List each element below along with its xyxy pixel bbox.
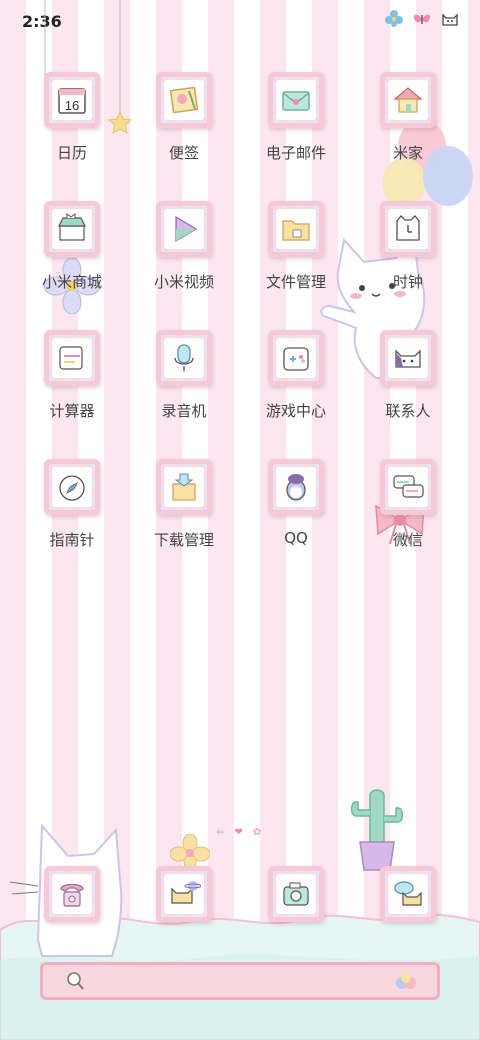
app-calendar[interactable]: 16 日历 (16, 72, 128, 192)
app-label: 文件管理 (265, 273, 326, 291)
page-dot-arrow-icon: ⇐ (216, 827, 225, 838)
dock-messages-cat[interactable] (352, 866, 464, 926)
camera-icon[interactable] (276, 874, 316, 914)
clock-icon[interactable] (388, 209, 428, 249)
messages-cat-icon[interactable] (388, 874, 428, 914)
mail-icon[interactable] (276, 80, 316, 120)
app-grid: 16 日历 便签 电子邮件 米家小米商城 小米视频 文件管理 时钟计算器 录音机 游戏中心 联系人指… (0, 0, 480, 560)
calendar-date: 16 (65, 98, 79, 113)
app-icon-frame (268, 330, 324, 386)
app-house[interactable]: 米家 (352, 72, 464, 192)
app-download[interactable]: 下载管理 (128, 459, 240, 579)
app-label: 游戏中心 (265, 402, 326, 420)
app-label: 联系人 (385, 402, 431, 420)
video-play-icon[interactable] (164, 209, 204, 249)
app-icon-frame (156, 459, 212, 515)
folder-icon[interactable] (276, 209, 316, 249)
gamepad-icon[interactable] (276, 338, 316, 378)
app-label: 电子邮件 (265, 144, 326, 162)
app-label: 下载管理 (153, 531, 214, 549)
app-icon-frame (156, 72, 212, 128)
app-gamepad[interactable]: 游戏中心 (240, 330, 352, 450)
assistant-icon[interactable] (395, 971, 417, 991)
search-bar[interactable] (40, 962, 440, 1000)
app-icon-frame (268, 201, 324, 257)
app-wechat-chat[interactable]: 微信 (352, 459, 464, 579)
app-microphone[interactable]: 录音机 (128, 330, 240, 450)
app-icon-frame (44, 459, 100, 515)
app-label: 小米视频 (153, 273, 214, 291)
browser-planet-cat-icon[interactable] (164, 874, 204, 914)
small-flower-decoration (170, 834, 210, 870)
app-icon-frame (156, 201, 212, 257)
app-label: 时钟 (392, 273, 423, 291)
app-label: 米家 (392, 144, 423, 162)
compass-icon[interactable] (52, 467, 92, 507)
app-icon-frame (380, 201, 436, 257)
app-mail[interactable]: 电子邮件 (240, 72, 352, 192)
page-dot-heart-icon: ❤ (234, 827, 243, 838)
notes-icon[interactable] (164, 80, 204, 120)
app-icon-frame (380, 866, 436, 922)
cactus-decoration (350, 789, 404, 871)
app-icon-frame: 16 (44, 72, 100, 128)
app-folder[interactable]: 文件管理 (240, 201, 352, 321)
app-label: 计算器 (49, 402, 95, 420)
microphone-icon[interactable] (164, 338, 204, 378)
app-compass[interactable]: 指南针 (16, 459, 128, 579)
app-label: QQ (284, 529, 308, 547)
app-notes[interactable]: 便签 (128, 72, 240, 192)
app-icon-frame (380, 459, 436, 515)
phone-icon[interactable] (52, 874, 92, 914)
app-clock[interactable]: 时钟 (352, 201, 464, 321)
wechat-chat-icon[interactable] (388, 467, 428, 507)
app-label: 录音机 (161, 402, 207, 420)
app-contacts-cat[interactable]: 联系人 (352, 330, 464, 450)
qq-penguin-icon[interactable] (276, 467, 316, 507)
store-icon[interactable] (52, 209, 92, 249)
app-icon-frame (44, 866, 100, 922)
calendar-icon[interactable]: 16 (52, 80, 92, 120)
app-icon-frame (268, 72, 324, 128)
app-icon-frame (44, 201, 100, 257)
app-video-play[interactable]: 小米视频 (128, 201, 240, 321)
app-icon-frame (380, 72, 436, 128)
app-icon-frame (268, 459, 324, 515)
page-indicator: ⇐ ❤ ✿ (216, 828, 261, 838)
app-label: 指南针 (49, 531, 95, 549)
page-dot-flower-icon: ✿ (252, 827, 262, 838)
app-label: 微信 (392, 531, 423, 549)
app-calculator[interactable]: 计算器 (16, 330, 128, 450)
house-icon[interactable] (388, 80, 428, 120)
app-icon-frame (380, 330, 436, 386)
app-qq-penguin[interactable]: QQ (240, 459, 352, 579)
app-icon-frame (44, 330, 100, 386)
app-store[interactable]: 小米商城 (16, 201, 128, 321)
app-icon-frame (156, 866, 212, 922)
dock-phone[interactable] (16, 866, 128, 926)
app-icon-frame (268, 866, 324, 922)
app-label: 便签 (168, 144, 199, 162)
search-icon[interactable] (63, 969, 87, 993)
download-icon[interactable] (164, 467, 204, 507)
calculator-icon[interactable] (52, 338, 92, 378)
app-icon-frame (156, 330, 212, 386)
app-label: 日历 (56, 144, 87, 162)
dock-camera[interactable] (240, 866, 352, 926)
contacts-cat-icon[interactable] (388, 338, 428, 378)
dock-browser-planet-cat[interactable] (128, 866, 240, 926)
app-label: 小米商城 (41, 273, 102, 291)
